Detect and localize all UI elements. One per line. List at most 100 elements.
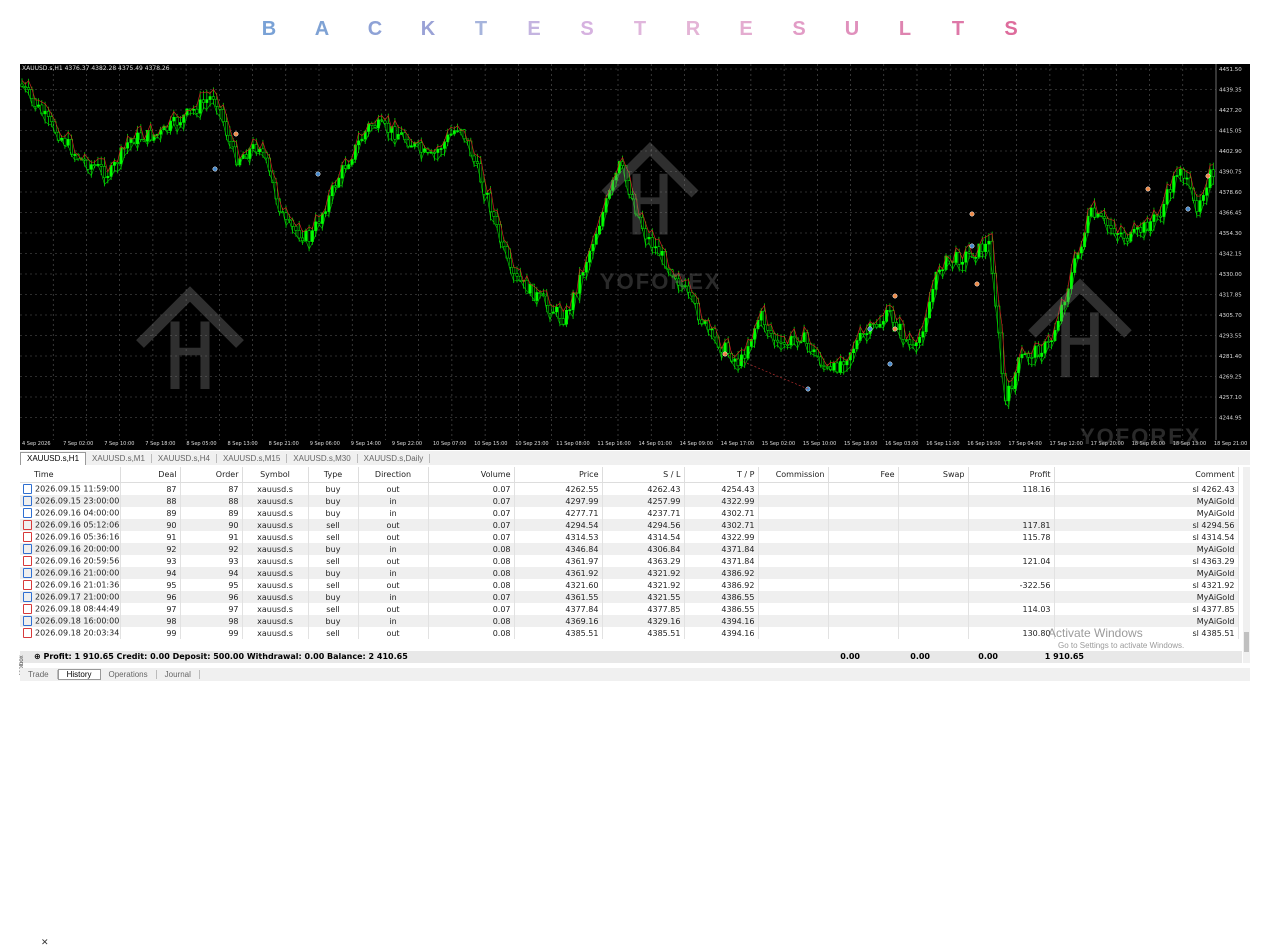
price-axis-label: 4269.25 xyxy=(1219,375,1242,381)
candle-body xyxy=(261,148,265,153)
cell-deal: 89 xyxy=(120,507,181,519)
time-axis-label: 15 Sep 02:00 xyxy=(762,441,795,447)
candle-body xyxy=(317,221,321,224)
candle-body xyxy=(46,110,50,117)
cell-volume: 0.08 xyxy=(428,567,515,579)
column-header[interactable]: Comment xyxy=(1054,467,1239,483)
candle-body xyxy=(23,86,27,88)
cell-symbol: xauusd.s xyxy=(242,603,309,615)
trade-marker-icon xyxy=(233,131,239,137)
candle-body xyxy=(66,139,70,146)
trade-marker-icon xyxy=(1185,206,1191,212)
cell-fee xyxy=(828,567,899,579)
table-row[interactable]: 2026.09.18 08:44:49 97 97 xauusd.s sell out 0.… xyxy=(20,603,1239,615)
time-axis-label: 14 Sep 01:00 xyxy=(639,441,672,447)
candle-body xyxy=(974,257,978,259)
chart-tab[interactable]: XAUUSD.s,H4 xyxy=(152,453,217,463)
table-row[interactable]: 2026.09.16 21:00:00 94 94 xauusd.s buy in 0.08… xyxy=(20,567,1239,579)
column-header[interactable]: Swap xyxy=(898,467,969,483)
column-header[interactable]: Order xyxy=(180,467,243,483)
candle-body xyxy=(743,354,747,359)
candle-body xyxy=(1208,169,1212,189)
candle-body xyxy=(1027,353,1030,358)
scrollbar-thumb[interactable] xyxy=(1244,632,1249,652)
candle-body xyxy=(545,295,549,306)
table-row[interactable]: 2026.09.15 23:00:00 88 88 xauusd.s buy in 0.07… xyxy=(20,495,1239,507)
cell-symbol: xauusd.s xyxy=(242,495,309,507)
close-icon[interactable]: ✕ xyxy=(41,937,49,948)
candle-body xyxy=(987,240,991,245)
table-scrollbar[interactable] xyxy=(1243,467,1250,663)
candle-body xyxy=(746,346,750,359)
candle-body xyxy=(27,87,31,90)
column-header[interactable]: Direction xyxy=(358,467,429,483)
banner-letter: R xyxy=(685,18,701,40)
chart-tab[interactable]: XAUUSD.s,Daily xyxy=(358,453,431,463)
buy-deal-icon xyxy=(23,592,32,602)
cell-commission xyxy=(758,591,829,603)
candle-body xyxy=(961,261,964,265)
tab-journal[interactable]: Journal xyxy=(157,670,200,679)
candle-body xyxy=(964,251,968,263)
cell-volume: 0.08 xyxy=(428,615,515,627)
candle-body xyxy=(538,292,542,294)
column-header[interactable]: Symbol xyxy=(242,467,309,483)
table-row[interactable]: 2026.09.16 05:36:16 91 91 xauusd.s sell out 0.… xyxy=(20,531,1239,543)
column-header[interactable]: Volume xyxy=(428,467,515,483)
cell-profit: -322.56 xyxy=(968,579,1055,591)
cell-symbol: xauusd.s xyxy=(242,579,309,591)
candle-body xyxy=(776,339,780,343)
tab-trade[interactable]: Trade xyxy=(20,670,58,679)
table-row[interactable]: 2026.09.16 21:01:36 95 95 xauusd.s sell out 0.… xyxy=(20,579,1239,591)
candle-body xyxy=(654,246,658,249)
table-row[interactable]: 2026.09.16 20:59:56 93 93 xauusd.s sell out 0.… xyxy=(20,555,1239,567)
column-header[interactable]: Type xyxy=(308,467,359,483)
column-header[interactable]: Profit xyxy=(968,467,1055,483)
table-row[interactable]: 2026.09.15 11:59:00 87 87 xauusd.s buy out 0.0… xyxy=(20,482,1239,495)
candle-body xyxy=(508,257,512,268)
table-header-row: Time Deal Order Symbol Type Direction Volume Pr… xyxy=(20,467,1239,483)
cell-commission xyxy=(758,567,829,579)
sell-deal-icon xyxy=(23,604,32,614)
tab-history[interactable]: History xyxy=(57,669,101,680)
chart-tab[interactable]: XAUUSD.s,M15 xyxy=(217,453,288,463)
candle-body xyxy=(205,99,209,103)
table-row[interactable]: 2026.09.16 05:12:06 90 90 xauusd.s sell out 0.… xyxy=(20,519,1239,531)
cell-volume: 0.07 xyxy=(428,482,515,495)
tab-operations[interactable]: Operations xyxy=(101,670,157,679)
candle-body xyxy=(1152,214,1156,222)
column-header[interactable]: Time xyxy=(20,467,121,483)
cell-commission xyxy=(758,579,829,591)
time-axis-label: 15 Sep 18:00 xyxy=(844,441,877,447)
cell-volume: 0.08 xyxy=(428,555,515,567)
table-row[interactable]: 2026.09.16 04:00:00 89 89 xauusd.s buy in 0.07… xyxy=(20,507,1239,519)
summary-row: ⊕ Profit: 1 910.65 Credit: 0.00 Deposit:… xyxy=(20,651,1242,663)
candle-body xyxy=(116,162,120,165)
cell-fee xyxy=(828,482,899,495)
cell-direction: out xyxy=(358,627,429,639)
candle-body xyxy=(294,226,298,231)
candle-body xyxy=(1033,345,1037,358)
candle-body xyxy=(1079,246,1083,254)
column-header[interactable]: Price xyxy=(514,467,603,483)
cell-type: sell xyxy=(308,627,359,639)
deal-time: 2026.09.16 20:59:56 xyxy=(35,556,120,566)
banner-letter: E xyxy=(527,18,541,40)
column-header[interactable]: Deal xyxy=(120,467,181,483)
column-header[interactable]: T / P xyxy=(684,467,759,483)
column-header[interactable]: Commission xyxy=(758,467,829,483)
price-chart[interactable]: 4451.50 4439.35 4427.20 4415.05 4402.90 4390.… xyxy=(20,64,1250,450)
cell-price: 4361.97 xyxy=(514,555,603,567)
cell-sl: 4257.99 xyxy=(602,495,685,507)
candle-body xyxy=(568,309,572,312)
table-row[interactable]: 2026.09.17 21:00:00 96 96 xauusd.s buy in 0.07… xyxy=(20,591,1239,603)
column-header[interactable]: Fee xyxy=(828,467,899,483)
chart-tab[interactable]: XAUUSD.s,M30 xyxy=(287,453,358,463)
sell-deal-icon xyxy=(23,520,32,530)
candle-body xyxy=(202,99,205,103)
cell-swap xyxy=(898,591,969,603)
column-header[interactable]: S / L xyxy=(602,467,685,483)
table-row[interactable]: 2026.09.16 20:00:00 92 92 xauusd.s buy in 0.08… xyxy=(20,543,1239,555)
chart-tab[interactable]: XAUUSD.s,M1 xyxy=(86,453,152,463)
chart-tab[interactable]: XAUUSD.s,H1 xyxy=(20,451,87,465)
